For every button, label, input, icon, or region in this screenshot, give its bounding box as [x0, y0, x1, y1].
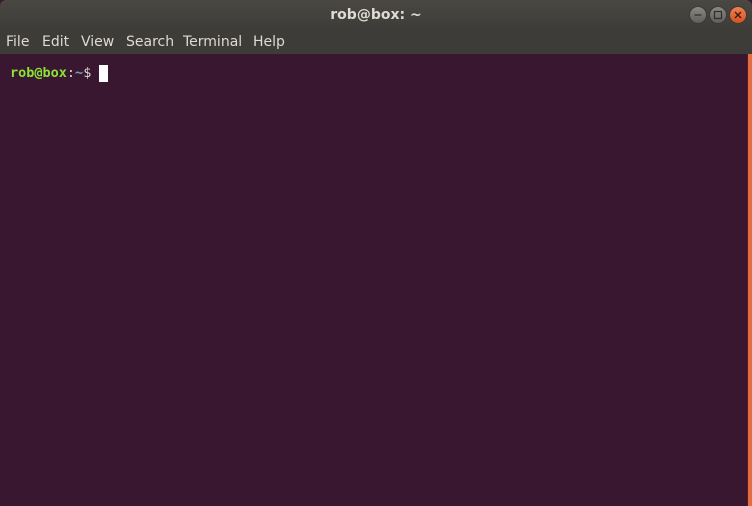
menu-view[interactable]: View: [81, 34, 114, 51]
maximize-button[interactable]: [710, 7, 726, 23]
prompt-symbol: $: [83, 65, 92, 81]
menu-file[interactable]: File: [6, 34, 29, 51]
menu-edit[interactable]: Edit: [42, 34, 69, 51]
text-cursor: [99, 65, 109, 82]
prompt-colon: :: [66, 65, 76, 81]
menu-terminal[interactable]: Terminal: [183, 34, 242, 51]
prompt-path: ~: [75, 65, 84, 81]
close-icon: [734, 11, 742, 19]
maximize-icon: [713, 10, 723, 20]
window-title: rob@box: ~: [330, 7, 422, 23]
minimize-button[interactable]: [690, 7, 706, 23]
prompt-user-host: rob@box: [10, 65, 67, 81]
menu-bar: File Edit View Search Terminal Help: [0, 30, 752, 54]
scrollbar[interactable]: [747, 54, 752, 506]
terminal-window: rob@box: ~ File Edit View Search Termina…: [0, 0, 752, 506]
menu-help[interactable]: Help: [253, 34, 285, 51]
terminal-area[interactable]: rob@box:~$: [0, 54, 747, 506]
shell-prompt: rob@box:~$: [10, 65, 109, 82]
minimize-icon: [694, 14, 702, 16]
close-button[interactable]: [730, 7, 746, 23]
title-bar[interactable]: rob@box: ~: [0, 0, 752, 30]
menu-search[interactable]: Search: [126, 34, 174, 51]
